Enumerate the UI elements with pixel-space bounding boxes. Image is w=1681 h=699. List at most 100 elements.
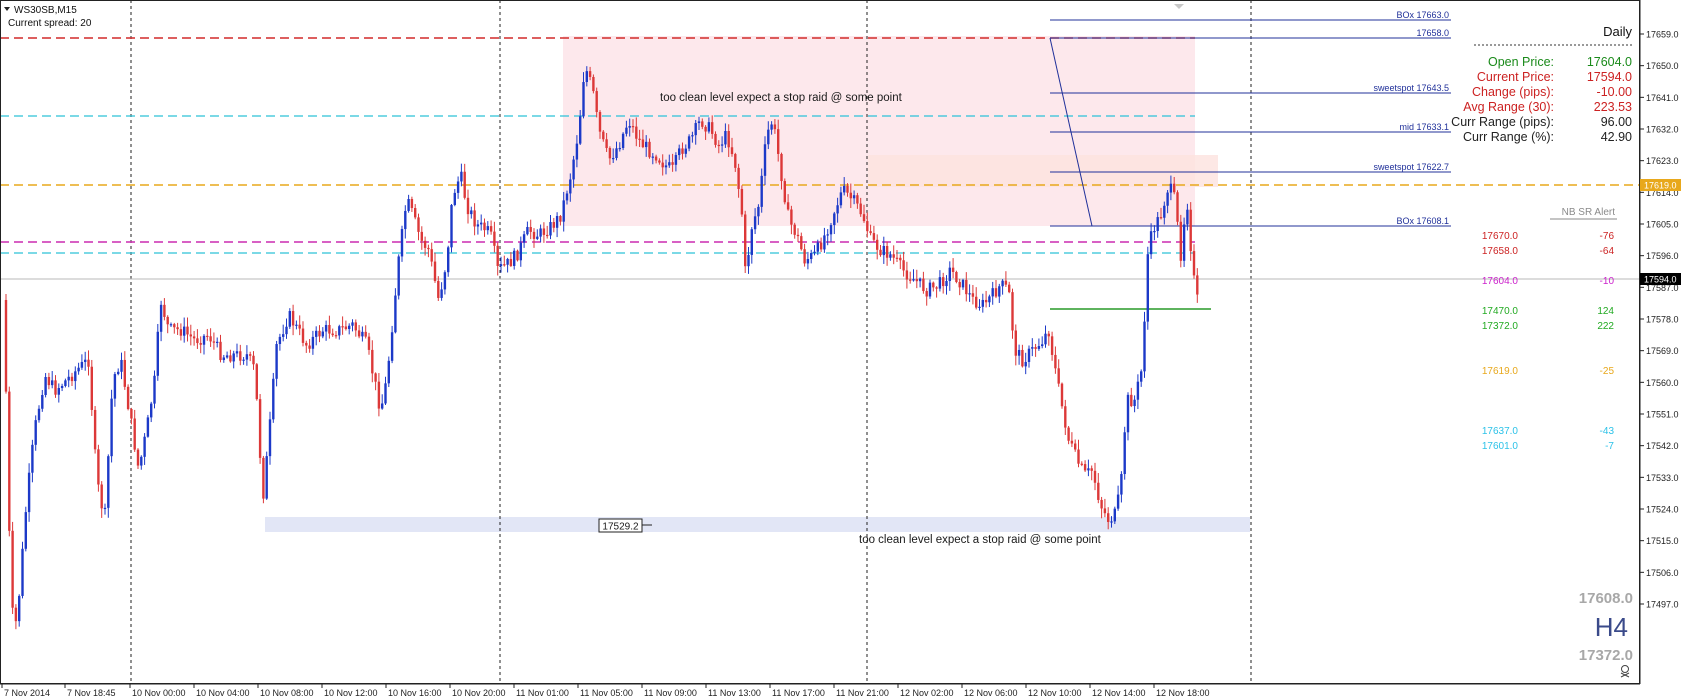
candle-body xyxy=(64,380,67,386)
candle-body xyxy=(423,240,427,248)
candle-body xyxy=(737,167,740,189)
candle-body xyxy=(493,231,496,246)
daily-curr-range-pct-value: 42.90 xyxy=(1601,130,1632,144)
candle-body xyxy=(255,364,258,400)
candle-body xyxy=(120,359,123,372)
candle-body xyxy=(480,222,483,225)
candle-body xyxy=(803,249,806,264)
candle-body xyxy=(87,359,90,367)
candle-body xyxy=(621,133,625,148)
candle-body xyxy=(951,267,955,272)
candle-body xyxy=(559,215,562,222)
candle-body xyxy=(509,258,513,266)
sr-level: 17601.0 xyxy=(1482,441,1519,452)
candle-body xyxy=(212,341,216,343)
candle-body xyxy=(948,267,951,281)
candle-body xyxy=(598,112,602,132)
candle-body xyxy=(499,264,503,266)
candle-body xyxy=(1044,333,1047,345)
candle-body xyxy=(410,199,414,209)
low-marker-label[interactable]: 17529.2 xyxy=(602,522,639,533)
candle-body xyxy=(433,261,437,281)
candle-body xyxy=(1110,521,1113,523)
fib-label-box-top: BOx 17663.0 xyxy=(1396,10,1449,20)
candle-body xyxy=(447,247,450,273)
candle-body xyxy=(285,326,288,335)
candle-body xyxy=(318,330,321,337)
candle-body xyxy=(790,209,793,225)
daily-open-value: 17604.0 xyxy=(1587,55,1632,69)
candle-body xyxy=(885,245,889,258)
candle-body xyxy=(697,121,701,124)
candle-body xyxy=(1140,371,1143,382)
candle-body xyxy=(1166,192,1169,206)
candle-body xyxy=(70,376,74,382)
annotation-top-note[interactable]: too clean level expect a stop raid @ som… xyxy=(660,92,903,104)
sr-level: 17637.0 xyxy=(1482,426,1519,437)
price-chart[interactable]: BOx 17663.0 17658.0 sweetspot 17643.5 mi… xyxy=(0,0,1681,699)
candle-body xyxy=(938,277,942,289)
candle-body xyxy=(295,324,298,326)
candle-body xyxy=(984,299,988,303)
candle-body xyxy=(658,160,661,163)
candle-body xyxy=(206,335,209,338)
candle-body xyxy=(463,171,466,198)
candle-body xyxy=(460,171,463,182)
price-tick-label: 17497.0 xyxy=(1646,600,1679,610)
candle-body xyxy=(1024,361,1027,367)
sr-level: 17604.0 xyxy=(1482,276,1519,287)
candle-body xyxy=(1080,463,1083,465)
time-tick-label: 12 Nov 06:00 xyxy=(964,688,1018,698)
candle-body xyxy=(645,141,648,148)
annotation-bottom-note[interactable]: too clean level expect a stop raid @ som… xyxy=(859,534,1102,546)
candle-body xyxy=(978,306,981,308)
candle-body xyxy=(262,457,265,499)
candle-body xyxy=(1116,494,1120,509)
candle-body xyxy=(991,288,994,297)
candle-body xyxy=(539,228,542,237)
time-tick-label: 7 Nov 2014 xyxy=(4,688,50,698)
candle-body xyxy=(635,126,638,139)
sr-level: 17619.0 xyxy=(1482,366,1519,377)
price-tick-label: 17551.0 xyxy=(1646,410,1679,420)
candle-body xyxy=(1136,381,1140,400)
candle-body xyxy=(892,254,895,258)
candle-body xyxy=(876,239,879,250)
candle-body xyxy=(909,279,912,281)
candle-body xyxy=(377,381,381,409)
candle-body xyxy=(720,144,724,146)
sr-level: 17470.0 xyxy=(1482,306,1519,317)
candle-body xyxy=(763,144,767,176)
candle-body xyxy=(694,123,697,136)
candle-body xyxy=(744,214,747,267)
candle-body xyxy=(615,148,618,159)
candle-body xyxy=(57,388,60,395)
chart-window[interactable]: BOx 17663.0 17658.0 sweetspot 17643.5 mi… xyxy=(0,0,1681,699)
candle-body xyxy=(225,355,229,358)
candle-body xyxy=(602,131,605,140)
candle-body xyxy=(618,147,621,150)
candle-body xyxy=(862,214,866,222)
candle-body xyxy=(414,208,417,218)
candle-body xyxy=(361,331,364,337)
candle-body xyxy=(381,403,384,409)
candle-body xyxy=(275,344,278,379)
candle-body xyxy=(707,122,711,132)
h4-low-value: 17372.0 xyxy=(1579,647,1633,664)
candle-body xyxy=(753,216,757,230)
candle-body xyxy=(324,324,328,332)
price-tick-label: 17515.0 xyxy=(1646,536,1679,546)
candle-body xyxy=(232,353,235,362)
candle-body xyxy=(417,217,420,232)
daily-avg-range-label: Avg Range (30): xyxy=(1463,100,1554,114)
candle-body xyxy=(146,417,150,437)
candle-body xyxy=(1126,394,1130,433)
candle-body xyxy=(965,279,968,295)
candle-body xyxy=(103,507,107,510)
time-tick-label: 10 Nov 08:00 xyxy=(260,688,314,698)
candle-body xyxy=(562,200,565,222)
upper-zone-rect xyxy=(868,155,1218,187)
candle-body xyxy=(235,351,239,354)
candle-body xyxy=(879,249,882,256)
candle-body xyxy=(37,408,41,421)
